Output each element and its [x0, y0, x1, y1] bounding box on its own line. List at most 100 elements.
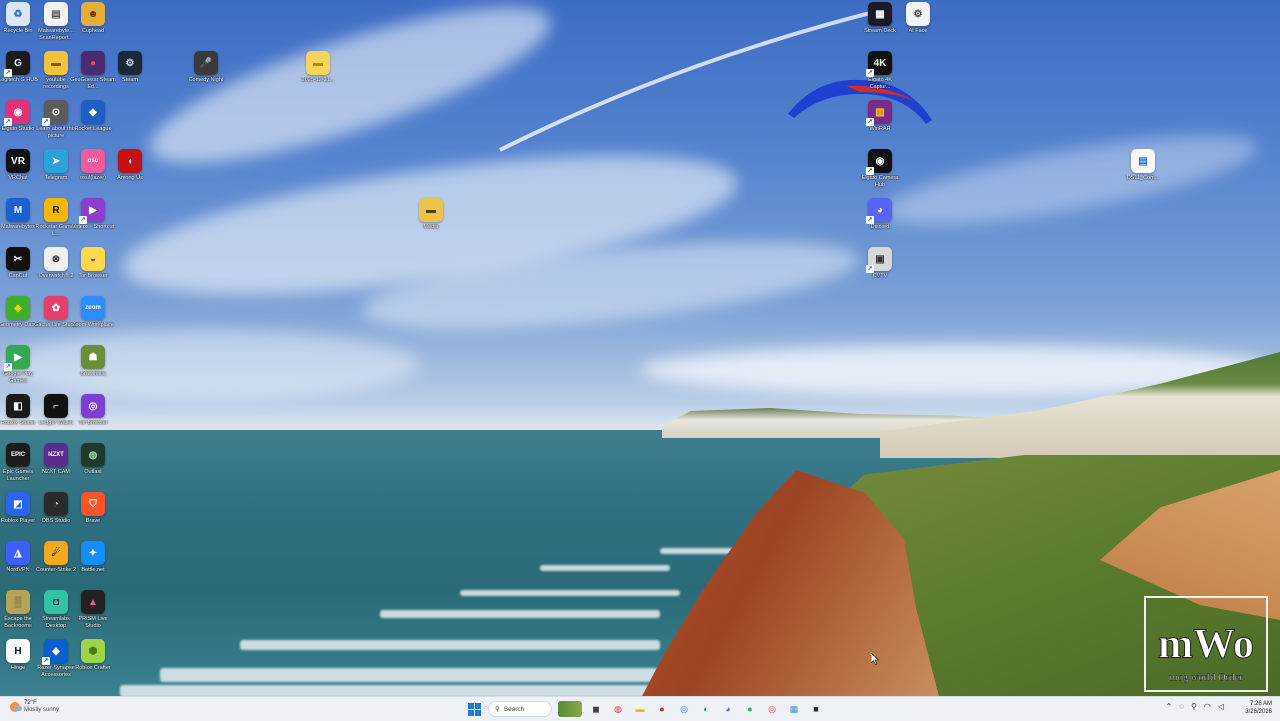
- desktop-icon-rocket-league[interactable]: ◆ Rocket League: [73, 100, 113, 148]
- taskbar-chrome-1-icon[interactable]: ◍: [610, 701, 626, 717]
- desktop-icon-label: AI Face: [908, 28, 928, 34]
- desktop-icon-comedy-night[interactable]: 🎤 Comedy Night: [186, 51, 226, 99]
- desktop-icon-label: Videos - Shortcut: [71, 224, 115, 230]
- search-icon: ⚲: [495, 706, 500, 713]
- desktop-icon-label: Tor Browser: [78, 273, 108, 279]
- shortcut-arrow-icon: ↗: [4, 69, 12, 77]
- desktop-icon-tor-browser-2[interactable]: ◎ Tor Browser: [73, 394, 113, 442]
- elgato-4k-icon: 4K ↗: [866, 51, 892, 77]
- desktop-icon-osu[interactable]: osu osu!(lazer): [73, 149, 113, 197]
- desktop-icon-youtube-recordings[interactable]: ▬ youtube recordings: [36, 51, 76, 99]
- desktop-icon-escape-backrooms[interactable]: ▒ Escape the Backrooms: [0, 590, 38, 638]
- desktop-icon-elgato-studio[interactable]: ◉ ↗ Elgato Studio: [0, 100, 38, 148]
- desktop-icon-malwarebytes-doc[interactable]: ▤ Malwarebyte... ScanReport...: [36, 2, 76, 50]
- desktop-icon-elgato-4k[interactable]: 4K ↗ Elgato 4K Captur...: [860, 51, 900, 99]
- desktop-icon-capcut[interactable]: ✂ CapCut: [0, 247, 38, 295]
- desktop-icon-nzxt-cam[interactable]: NZXT NZXT CAM: [36, 443, 76, 491]
- desktop-icon-overwatch[interactable]: ⊗ Overwatch® 2: [36, 247, 76, 295]
- microphone-icon[interactable]: ⚲: [1191, 702, 1197, 711]
- desktop-icon-among-us[interactable]: ◖ Among Us: [110, 149, 150, 197]
- desktop-icon-malwarebytes[interactable]: M Malwarebytes: [0, 198, 38, 246]
- capcut-icon: ✂: [6, 247, 30, 271]
- desktop-icon-winrar[interactable]: ▥ ↗ WinRAR: [860, 100, 900, 148]
- taskbar-discord-icon[interactable]: ◕: [720, 701, 736, 717]
- taskbar-widgets-icon[interactable]: ◼: [588, 701, 604, 717]
- search-highlight-image[interactable]: [558, 701, 582, 717]
- desktop-icon-ds-file[interactable]: ▤ DS11_Com...: [1123, 149, 1163, 197]
- taskbar-pinned-3-icon[interactable]: ■: [808, 701, 824, 717]
- desktop-icon-robot-game[interactable]: ⬢ Roblox Crafter: [73, 639, 113, 687]
- chevron-up-icon[interactable]: ⌃: [1166, 702, 1173, 711]
- start-button[interactable]: [466, 701, 482, 717]
- desktop-icon-geoguessr[interactable]: ● GeoGuessr Steam Ed...: [70, 51, 116, 99]
- desktop-icon-media-folder[interactable]: ▬ Media: [411, 198, 451, 246]
- cloud: [877, 117, 1263, 243]
- desktop-icon-label: Tor Browser: [78, 420, 108, 426]
- telegram-icon: ➤: [44, 149, 68, 173]
- clock[interactable]: 7:26 AM 3/26/2026: [1245, 700, 1272, 716]
- desktop-icon-outlast[interactable]: ◍ Outlast: [73, 443, 113, 491]
- shortcut-arrow-icon: ↗: [79, 216, 87, 224]
- nordvpn-icon: ◮: [6, 541, 30, 565]
- taskbar-chrome-2-icon[interactable]: ◎: [676, 701, 692, 717]
- geometry-dash-icon: ◈: [6, 296, 30, 320]
- desktop-icon-roblox-player[interactable]: ◩ Roblox Player: [0, 492, 38, 540]
- desktop-icon-zoom[interactable]: zoom Zoom Workplace: [72, 296, 114, 344]
- prism-live-icon: ▲: [81, 590, 105, 614]
- desktop-icon-cvtv[interactable]: ▣ ↗ CVTV: [860, 247, 900, 295]
- desktop-icon-nordvpn[interactable]: ◮ NordVPN: [0, 541, 38, 589]
- desktop-icon-tor-browser-1[interactable]: ◒ Tor Browser: [73, 247, 113, 295]
- wave: [460, 590, 680, 596]
- watermark-graphic: mWo mog world Order: [1158, 620, 1255, 684]
- battle-net-icon: ✦: [81, 541, 105, 565]
- desktop-icon-prism-live[interactable]: ▲ PRISM Live Studio: [73, 590, 113, 638]
- weather-widget[interactable]: 72°F Mostly sunny: [10, 700, 59, 714]
- taskbar-search-box[interactable]: ⚲ Search: [488, 701, 552, 717]
- clock-time: 7:26 AM: [1249, 701, 1272, 707]
- desktop-icon-recycle-bin[interactable]: ♻ Recycle Bin: [0, 2, 38, 50]
- desktop-icon-obs-studio[interactable]: ◔ OBS Studio: [36, 492, 76, 540]
- desktop-icon-streamlabs[interactable]: ◘ Streamlabs Desktop: [36, 590, 76, 638]
- videos-shortcut-icon: ▶ ↗: [79, 198, 105, 224]
- taskbar-calculator-icon[interactable]: ▦: [786, 701, 802, 717]
- desktop-icon-hinge[interactable]: H Hinge: [0, 639, 38, 687]
- desktop-icon-counter-strike[interactable]: ☄ Counter-Strike 2: [36, 541, 76, 589]
- desktop-icon-cuphead[interactable]: ☻ Cuphead: [73, 2, 113, 50]
- desktop-icon-rockstar[interactable]: R Rockstar Games L...: [36, 198, 76, 246]
- desktop-icon-telegram[interactable]: ➤ Telegram: [36, 149, 76, 197]
- desktop-icon-steam[interactable]: ⚙ Steam: [110, 51, 150, 99]
- desktop-icon-gacha-life[interactable]: ✿ Gacha Life Studio: [34, 296, 78, 344]
- desktop-icon-videos-shortcut[interactable]: ▶ ↗ Videos - Shortcut: [71, 198, 115, 246]
- wifi-icon[interactable]: ◠: [1204, 702, 1211, 711]
- desktop-icon-geometry-dash[interactable]: ◈ Geometry Dash: [0, 296, 38, 344]
- desktop-icon-label: WinRAR: [869, 126, 891, 132]
- wave: [240, 640, 660, 650]
- desktop-icon-nvidia-app[interactable]: ◆ ↗ Razer Synapse Accessories: [36, 639, 76, 687]
- taskbar-chrome-3-icon[interactable]: ◎: [764, 701, 780, 717]
- desktop-icon-stream-deck[interactable]: ▦ Stream Deck: [860, 2, 900, 50]
- mouse-cursor-icon: [871, 653, 879, 665]
- desktop-icon-roblox-studio[interactable]: ◧ Roblox Studio: [0, 394, 38, 442]
- logitech-icon: G ↗: [4, 51, 30, 77]
- taskbar-pinned-2-icon[interactable]: ◐: [698, 701, 714, 717]
- desktop-icon-folder-2025[interactable]: ▬ 2025-12-21...: [298, 51, 338, 99]
- taskbar-file-explorer-icon[interactable]: ▬: [632, 701, 648, 717]
- desktop-icon-learn-photo[interactable]: ⊙ ↗ Learn about this picture: [36, 100, 76, 148]
- desktop-icon-elgato-camera-hub[interactable]: ◉ ↗ Elgato Camera Hub: [860, 149, 900, 197]
- desktop-icon-epic-games[interactable]: EPIC Epic Games Launcher: [0, 443, 38, 491]
- desktop-icon-ai-face[interactable]: ⚙ AI Face: [898, 2, 938, 50]
- desktop-icon-vrchat[interactable]: VR VRChat: [0, 149, 38, 197]
- taskbar-spotify-icon[interactable]: ●: [742, 701, 758, 717]
- desktop-icon-google-play-games[interactable]: ▶ ↗ Google Play Games: [0, 345, 38, 393]
- desktop-icon-brave[interactable]: ⛉ Brave: [73, 492, 113, 540]
- desktop-icon-brawlhalla[interactable]: ☗ Brawlhalla: [73, 345, 113, 393]
- desktop-icon-discord[interactable]: ◕ ↗ Discord: [860, 198, 900, 246]
- desktop-icon-logitech[interactable]: G ↗ Logitech G HUB: [0, 51, 38, 99]
- weather-description: Mostly sunny: [24, 707, 60, 713]
- desktop-icon-ledger-wallet[interactable]: ⌐ Ledger Wallet: [36, 394, 76, 442]
- taskbar-pinned-1-icon[interactable]: ●: [654, 701, 670, 717]
- youtube-recordings-icon: ▬: [44, 51, 68, 75]
- network-icon[interactable]: ◌: [1179, 702, 1184, 711]
- volume-icon[interactable]: ◁: [1218, 702, 1224, 711]
- desktop-icon-battle-net[interactable]: ✦ Battle.net: [73, 541, 113, 589]
